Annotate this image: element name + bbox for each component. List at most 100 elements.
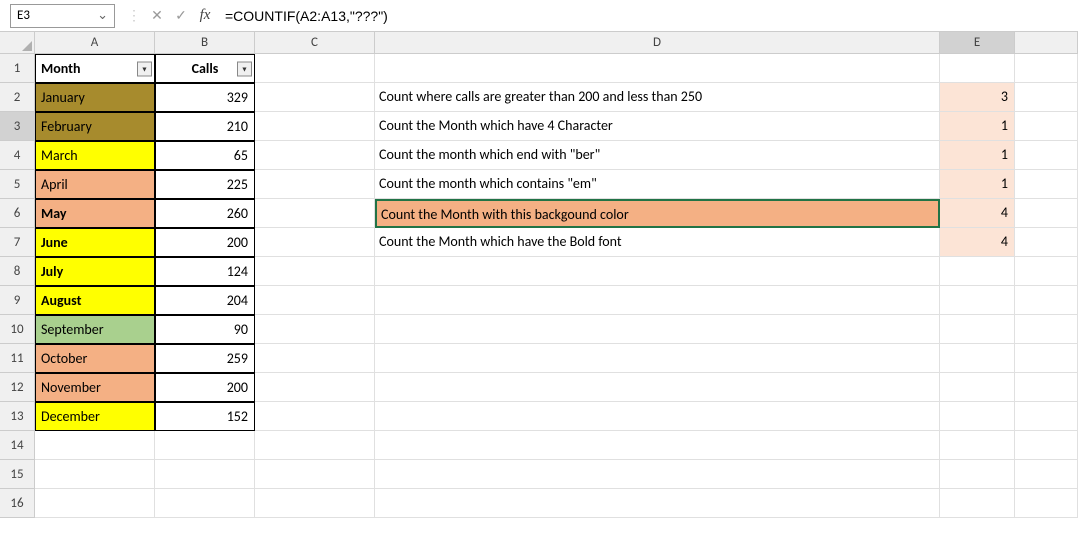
empty-cell[interactable]: [255, 54, 375, 83]
empty-cell[interactable]: [1015, 460, 1078, 489]
empty-cell[interactable]: [1015, 257, 1078, 286]
month-cell[interactable]: November: [35, 373, 155, 402]
empty-cell[interactable]: [255, 112, 375, 141]
empty-cell[interactable]: [940, 54, 1015, 83]
result-cell[interactable]: 1: [940, 112, 1015, 141]
calls-cell[interactable]: 152: [155, 402, 255, 431]
empty-cell[interactable]: [940, 402, 1015, 431]
empty-cell[interactable]: [940, 460, 1015, 489]
empty-cell[interactable]: [375, 373, 940, 402]
calls-cell[interactable]: 65: [155, 141, 255, 170]
empty-cell[interactable]: [940, 431, 1015, 460]
month-cell[interactable]: September: [35, 315, 155, 344]
result-cell[interactable]: 3: [940, 83, 1015, 112]
month-cell[interactable]: June: [35, 228, 155, 257]
calls-cell[interactable]: 260: [155, 199, 255, 228]
empty-cell[interactable]: [375, 431, 940, 460]
empty-cell[interactable]: [255, 286, 375, 315]
empty-cell[interactable]: [375, 344, 940, 373]
row-header-14[interactable]: 14: [0, 431, 35, 460]
row-header-13[interactable]: 13: [0, 402, 35, 431]
calls-cell[interactable]: 200: [155, 373, 255, 402]
row-header-6[interactable]: 6: [0, 199, 35, 228]
empty-cell[interactable]: [255, 170, 375, 199]
row-header-9[interactable]: 9: [0, 286, 35, 315]
empty-cell[interactable]: [1015, 112, 1078, 141]
description-cell[interactable]: Count the Month with this backgound colo…: [375, 199, 940, 228]
empty-cell[interactable]: [255, 402, 375, 431]
result-cell[interactable]: 1: [940, 141, 1015, 170]
description-cell[interactable]: Count the month which end with "ber": [375, 141, 940, 170]
month-cell[interactable]: July: [35, 257, 155, 286]
cancel-formula-button[interactable]: ✕: [145, 4, 169, 28]
empty-cell[interactable]: [1015, 489, 1078, 518]
header-month[interactable]: Month▼: [35, 54, 155, 83]
confirm-formula-button[interactable]: ✓: [169, 4, 193, 28]
empty-cell[interactable]: [255, 489, 375, 518]
insert-function-button[interactable]: fx: [193, 4, 217, 28]
empty-cell[interactable]: [1015, 402, 1078, 431]
row-header-5[interactable]: 5: [0, 170, 35, 199]
row-header-10[interactable]: 10: [0, 315, 35, 344]
col-header-blank[interactable]: [1015, 32, 1078, 54]
row-header-12[interactable]: 12: [0, 373, 35, 402]
empty-cell[interactable]: [1015, 83, 1078, 112]
row-header-7[interactable]: 7: [0, 228, 35, 257]
month-cell[interactable]: December: [35, 402, 155, 431]
month-cell[interactable]: March: [35, 141, 155, 170]
row-header-3[interactable]: 3: [0, 112, 35, 141]
empty-cell[interactable]: [255, 373, 375, 402]
empty-cell[interactable]: [155, 460, 255, 489]
name-box[interactable]: E3 ⌄: [10, 4, 115, 28]
calls-cell[interactable]: 204: [155, 286, 255, 315]
empty-cell[interactable]: [35, 431, 155, 460]
empty-cell[interactable]: [940, 286, 1015, 315]
empty-cell[interactable]: [375, 54, 940, 83]
empty-cell[interactable]: [1015, 170, 1078, 199]
empty-cell[interactable]: [940, 489, 1015, 518]
result-cell[interactable]: 1: [940, 170, 1015, 199]
empty-cell[interactable]: [375, 489, 940, 518]
row-header-8[interactable]: 8: [0, 257, 35, 286]
empty-cell[interactable]: [255, 460, 375, 489]
calls-cell[interactable]: 329: [155, 83, 255, 112]
row-header-16[interactable]: 16: [0, 489, 35, 518]
row-header-11[interactable]: 11: [0, 344, 35, 373]
empty-cell[interactable]: [1015, 431, 1078, 460]
empty-cell[interactable]: [155, 431, 255, 460]
filter-button-month[interactable]: ▼: [137, 61, 152, 76]
empty-cell[interactable]: [375, 286, 940, 315]
empty-cell[interactable]: [940, 257, 1015, 286]
empty-cell[interactable]: [255, 257, 375, 286]
calls-cell[interactable]: 225: [155, 170, 255, 199]
month-cell[interactable]: April: [35, 170, 155, 199]
empty-cell[interactable]: [375, 460, 940, 489]
empty-cell[interactable]: [940, 344, 1015, 373]
empty-cell[interactable]: [255, 315, 375, 344]
row-header-4[interactable]: 4: [0, 141, 35, 170]
description-cell[interactable]: Count where calls are greater than 200 a…: [375, 83, 940, 112]
empty-cell[interactable]: [255, 199, 375, 228]
col-header-D[interactable]: D: [375, 32, 940, 54]
empty-cell[interactable]: [255, 83, 375, 112]
empty-cell[interactable]: [255, 228, 375, 257]
empty-cell[interactable]: [1015, 199, 1078, 228]
row-header-2[interactable]: 2: [0, 83, 35, 112]
row-header-1[interactable]: 1: [0, 54, 35, 83]
empty-cell[interactable]: [255, 431, 375, 460]
result-cell[interactable]: 4: [940, 228, 1015, 257]
calls-cell[interactable]: 90: [155, 315, 255, 344]
calls-cell[interactable]: 200: [155, 228, 255, 257]
empty-cell[interactable]: [1015, 54, 1078, 83]
month-cell[interactable]: May: [35, 199, 155, 228]
result-cell[interactable]: 4: [940, 199, 1015, 228]
description-cell[interactable]: Count the month which contains "em": [375, 170, 940, 199]
select-all-corner[interactable]: [0, 32, 35, 54]
calls-cell[interactable]: 124: [155, 257, 255, 286]
col-header-B[interactable]: B: [155, 32, 255, 54]
col-header-E[interactable]: E: [940, 32, 1015, 54]
formula-input[interactable]: [217, 4, 1078, 28]
filter-button-calls[interactable]: ▼: [237, 61, 252, 76]
col-header-C[interactable]: C: [255, 32, 375, 54]
month-cell[interactable]: February: [35, 112, 155, 141]
